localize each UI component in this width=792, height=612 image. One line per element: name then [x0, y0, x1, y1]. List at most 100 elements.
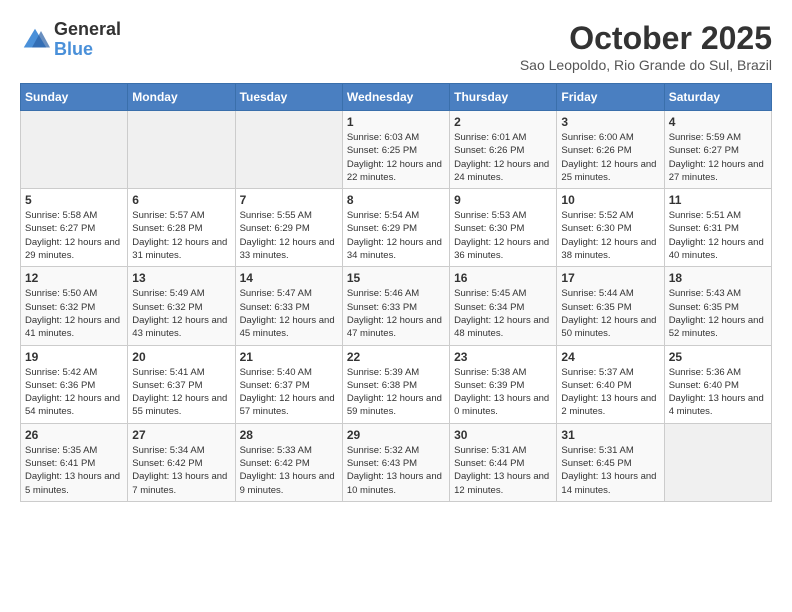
calendar-cell: 11 Sunrise: 5:51 AM Sunset: 6:31 PM Dayli… [664, 189, 771, 267]
day-detail: Sunrise: 5:58 AM Sunset: 6:27 PM Dayligh… [25, 209, 123, 262]
day-detail: Sunrise: 5:38 AM Sunset: 6:39 PM Dayligh… [454, 366, 552, 419]
title-block: October 2025 Sao Leopoldo, Rio Grande do… [520, 20, 772, 73]
day-detail: Sunrise: 5:33 AM Sunset: 6:42 PM Dayligh… [240, 444, 338, 497]
calendar-table: SundayMondayTuesdayWednesdayThursdayFrid… [20, 83, 772, 502]
day-detail: Sunrise: 6:03 AM Sunset: 6:25 PM Dayligh… [347, 131, 445, 184]
calendar-cell: 19Sunrise: 5:42 AM Sunset: 6:36 PM Dayli… [21, 345, 128, 423]
day-detail: Sunrise: 5:35 AM Sunset: 6:41 PM Dayligh… [25, 444, 123, 497]
day-detail: Sunrise: 5:44 AM Sunset: 6:35 PM Dayligh… [561, 287, 659, 340]
location: Sao Leopoldo, Rio Grande do Sul, Brazil [520, 57, 772, 73]
calendar-cell: 8 Sunrise: 5:54 AM Sunset: 6:29 PM Daylig… [342, 189, 449, 267]
calendar-cell: 17 Sunrise: 5:44 AM Sunset: 6:35 PM Dayli… [557, 267, 664, 345]
day-number: 11 [669, 193, 767, 207]
calendar-week-1: 1Sunrise: 6:03 AM Sunset: 6:25 PM Daylig… [21, 111, 772, 189]
day-number: 27 [132, 428, 230, 442]
day-detail: Sunrise: 5:59 AM Sunset: 6:27 PM Dayligh… [669, 131, 767, 184]
calendar-week-2: 5 Sunrise: 5:58 AM Sunset: 6:27 PM Daylig… [21, 189, 772, 267]
calendar-cell: 30 Sunrise: 5:31 AM Sunset: 6:44 PM Dayli… [450, 423, 557, 501]
day-number: 29 [347, 428, 445, 442]
day-number: 23 [454, 350, 552, 364]
calendar-cell: 26 Sunrise: 5:35 AM Sunset: 6:41 PM Dayli… [21, 423, 128, 501]
day-detail: Sunrise: 5:43 AM Sunset: 6:35 PM Dayligh… [669, 287, 767, 340]
calendar-cell: 27 Sunrise: 5:34 AM Sunset: 6:42 PM Dayli… [128, 423, 235, 501]
day-detail: Sunrise: 5:31 AM Sunset: 6:44 PM Dayligh… [454, 444, 552, 497]
day-detail: Sunrise: 6:01 AM Sunset: 6:26 PM Dayligh… [454, 131, 552, 184]
calendar-body: 1Sunrise: 6:03 AM Sunset: 6:25 PM Daylig… [21, 111, 772, 502]
calendar-header: SundayMondayTuesdayWednesdayThursdayFrid… [21, 84, 772, 111]
calendar-cell: 21Sunrise: 5:40 AM Sunset: 6:37 PM Dayli… [235, 345, 342, 423]
weekday-header-friday: Friday [557, 84, 664, 111]
day-detail: Sunrise: 5:55 AM Sunset: 6:29 PM Dayligh… [240, 209, 338, 262]
day-detail: Sunrise: 5:32 AM Sunset: 6:43 PM Dayligh… [347, 444, 445, 497]
calendar-week-4: 19Sunrise: 5:42 AM Sunset: 6:36 PM Dayli… [21, 345, 772, 423]
day-detail: Sunrise: 5:53 AM Sunset: 6:30 PM Dayligh… [454, 209, 552, 262]
day-number: 17 [561, 271, 659, 285]
day-number: 15 [347, 271, 445, 285]
calendar-cell: 15Sunrise: 5:46 AM Sunset: 6:33 PM Dayli… [342, 267, 449, 345]
day-detail: Sunrise: 5:45 AM Sunset: 6:34 PM Dayligh… [454, 287, 552, 340]
day-number: 5 [25, 193, 123, 207]
weekday-header-wednesday: Wednesday [342, 84, 449, 111]
calendar-cell: 29 Sunrise: 5:32 AM Sunset: 6:43 PM Dayli… [342, 423, 449, 501]
calendar-cell: 28 Sunrise: 5:33 AM Sunset: 6:42 PM Dayli… [235, 423, 342, 501]
logo: General Blue [20, 20, 121, 60]
day-detail: Sunrise: 5:36 AM Sunset: 6:40 PM Dayligh… [669, 366, 767, 419]
calendar-cell: 13 Sunrise: 5:49 AM Sunset: 6:32 PM Dayli… [128, 267, 235, 345]
day-number: 12 [25, 271, 123, 285]
day-detail: Sunrise: 6:00 AM Sunset: 6:26 PM Dayligh… [561, 131, 659, 184]
day-detail: Sunrise: 5:54 AM Sunset: 6:29 PM Dayligh… [347, 209, 445, 262]
calendar-cell: 22 Sunrise: 5:39 AM Sunset: 6:38 PM Dayli… [342, 345, 449, 423]
day-detail: Sunrise: 5:51 AM Sunset: 6:31 PM Dayligh… [669, 209, 767, 262]
calendar-cell: 6 Sunrise: 5:57 AM Sunset: 6:28 PM Daylig… [128, 189, 235, 267]
calendar-cell [235, 111, 342, 189]
day-number: 13 [132, 271, 230, 285]
day-detail: Sunrise: 5:52 AM Sunset: 6:30 PM Dayligh… [561, 209, 659, 262]
day-number: 20 [132, 350, 230, 364]
calendar-cell: 18 Sunrise: 5:43 AM Sunset: 6:35 PM Dayli… [664, 267, 771, 345]
day-number: 10 [561, 193, 659, 207]
calendar-cell [128, 111, 235, 189]
calendar-cell: 31 Sunrise: 5:31 AM Sunset: 6:45 PM Dayli… [557, 423, 664, 501]
day-number: 2 [454, 115, 552, 129]
day-detail: Sunrise: 5:47 AM Sunset: 6:33 PM Dayligh… [240, 287, 338, 340]
day-detail: Sunrise: 5:57 AM Sunset: 6:28 PM Dayligh… [132, 209, 230, 262]
calendar-cell: 12 Sunrise: 5:50 AM Sunset: 6:32 PM Dayli… [21, 267, 128, 345]
day-number: 26 [25, 428, 123, 442]
calendar-cell [664, 423, 771, 501]
day-detail: Sunrise: 5:49 AM Sunset: 6:32 PM Dayligh… [132, 287, 230, 340]
calendar-week-5: 26 Sunrise: 5:35 AM Sunset: 6:41 PM Dayli… [21, 423, 772, 501]
day-detail: Sunrise: 5:31 AM Sunset: 6:45 PM Dayligh… [561, 444, 659, 497]
calendar-cell: 5 Sunrise: 5:58 AM Sunset: 6:27 PM Daylig… [21, 189, 128, 267]
day-detail: Sunrise: 5:34 AM Sunset: 6:42 PM Dayligh… [132, 444, 230, 497]
calendar-cell: 7 Sunrise: 5:55 AM Sunset: 6:29 PM Daylig… [235, 189, 342, 267]
day-number: 31 [561, 428, 659, 442]
calendar-cell: 14 Sunrise: 5:47 AM Sunset: 6:33 PM Dayli… [235, 267, 342, 345]
calendar-cell: 2 Sunrise: 6:01 AM Sunset: 6:26 PM Daylig… [450, 111, 557, 189]
weekday-header-thursday: Thursday [450, 84, 557, 111]
day-number: 3 [561, 115, 659, 129]
day-number: 14 [240, 271, 338, 285]
day-number: 7 [240, 193, 338, 207]
day-detail: Sunrise: 5:39 AM Sunset: 6:38 PM Dayligh… [347, 366, 445, 419]
day-number: 8 [347, 193, 445, 207]
calendar-cell: 16Sunrise: 5:45 AM Sunset: 6:34 PM Dayli… [450, 267, 557, 345]
logo-text: General Blue [54, 20, 121, 60]
day-detail: Sunrise: 5:50 AM Sunset: 6:32 PM Dayligh… [25, 287, 123, 340]
day-number: 18 [669, 271, 767, 285]
day-number: 6 [132, 193, 230, 207]
weekday-header-monday: Monday [128, 84, 235, 111]
weekday-header-sunday: Sunday [21, 84, 128, 111]
day-number: 24 [561, 350, 659, 364]
logo-general: General [54, 20, 121, 40]
calendar-cell: 20Sunrise: 5:41 AM Sunset: 6:37 PM Dayli… [128, 345, 235, 423]
day-number: 30 [454, 428, 552, 442]
day-number: 22 [347, 350, 445, 364]
day-number: 28 [240, 428, 338, 442]
logo-blue: Blue [54, 40, 121, 60]
day-detail: Sunrise: 5:42 AM Sunset: 6:36 PM Dayligh… [25, 366, 123, 419]
calendar-week-3: 12 Sunrise: 5:50 AM Sunset: 6:32 PM Dayli… [21, 267, 772, 345]
calendar-cell: 9Sunrise: 5:53 AM Sunset: 6:30 PM Daylig… [450, 189, 557, 267]
calendar-cell: 4Sunrise: 5:59 AM Sunset: 6:27 PM Daylig… [664, 111, 771, 189]
calendar-cell: 23 Sunrise: 5:38 AM Sunset: 6:39 PM Dayli… [450, 345, 557, 423]
weekday-header-saturday: Saturday [664, 84, 771, 111]
